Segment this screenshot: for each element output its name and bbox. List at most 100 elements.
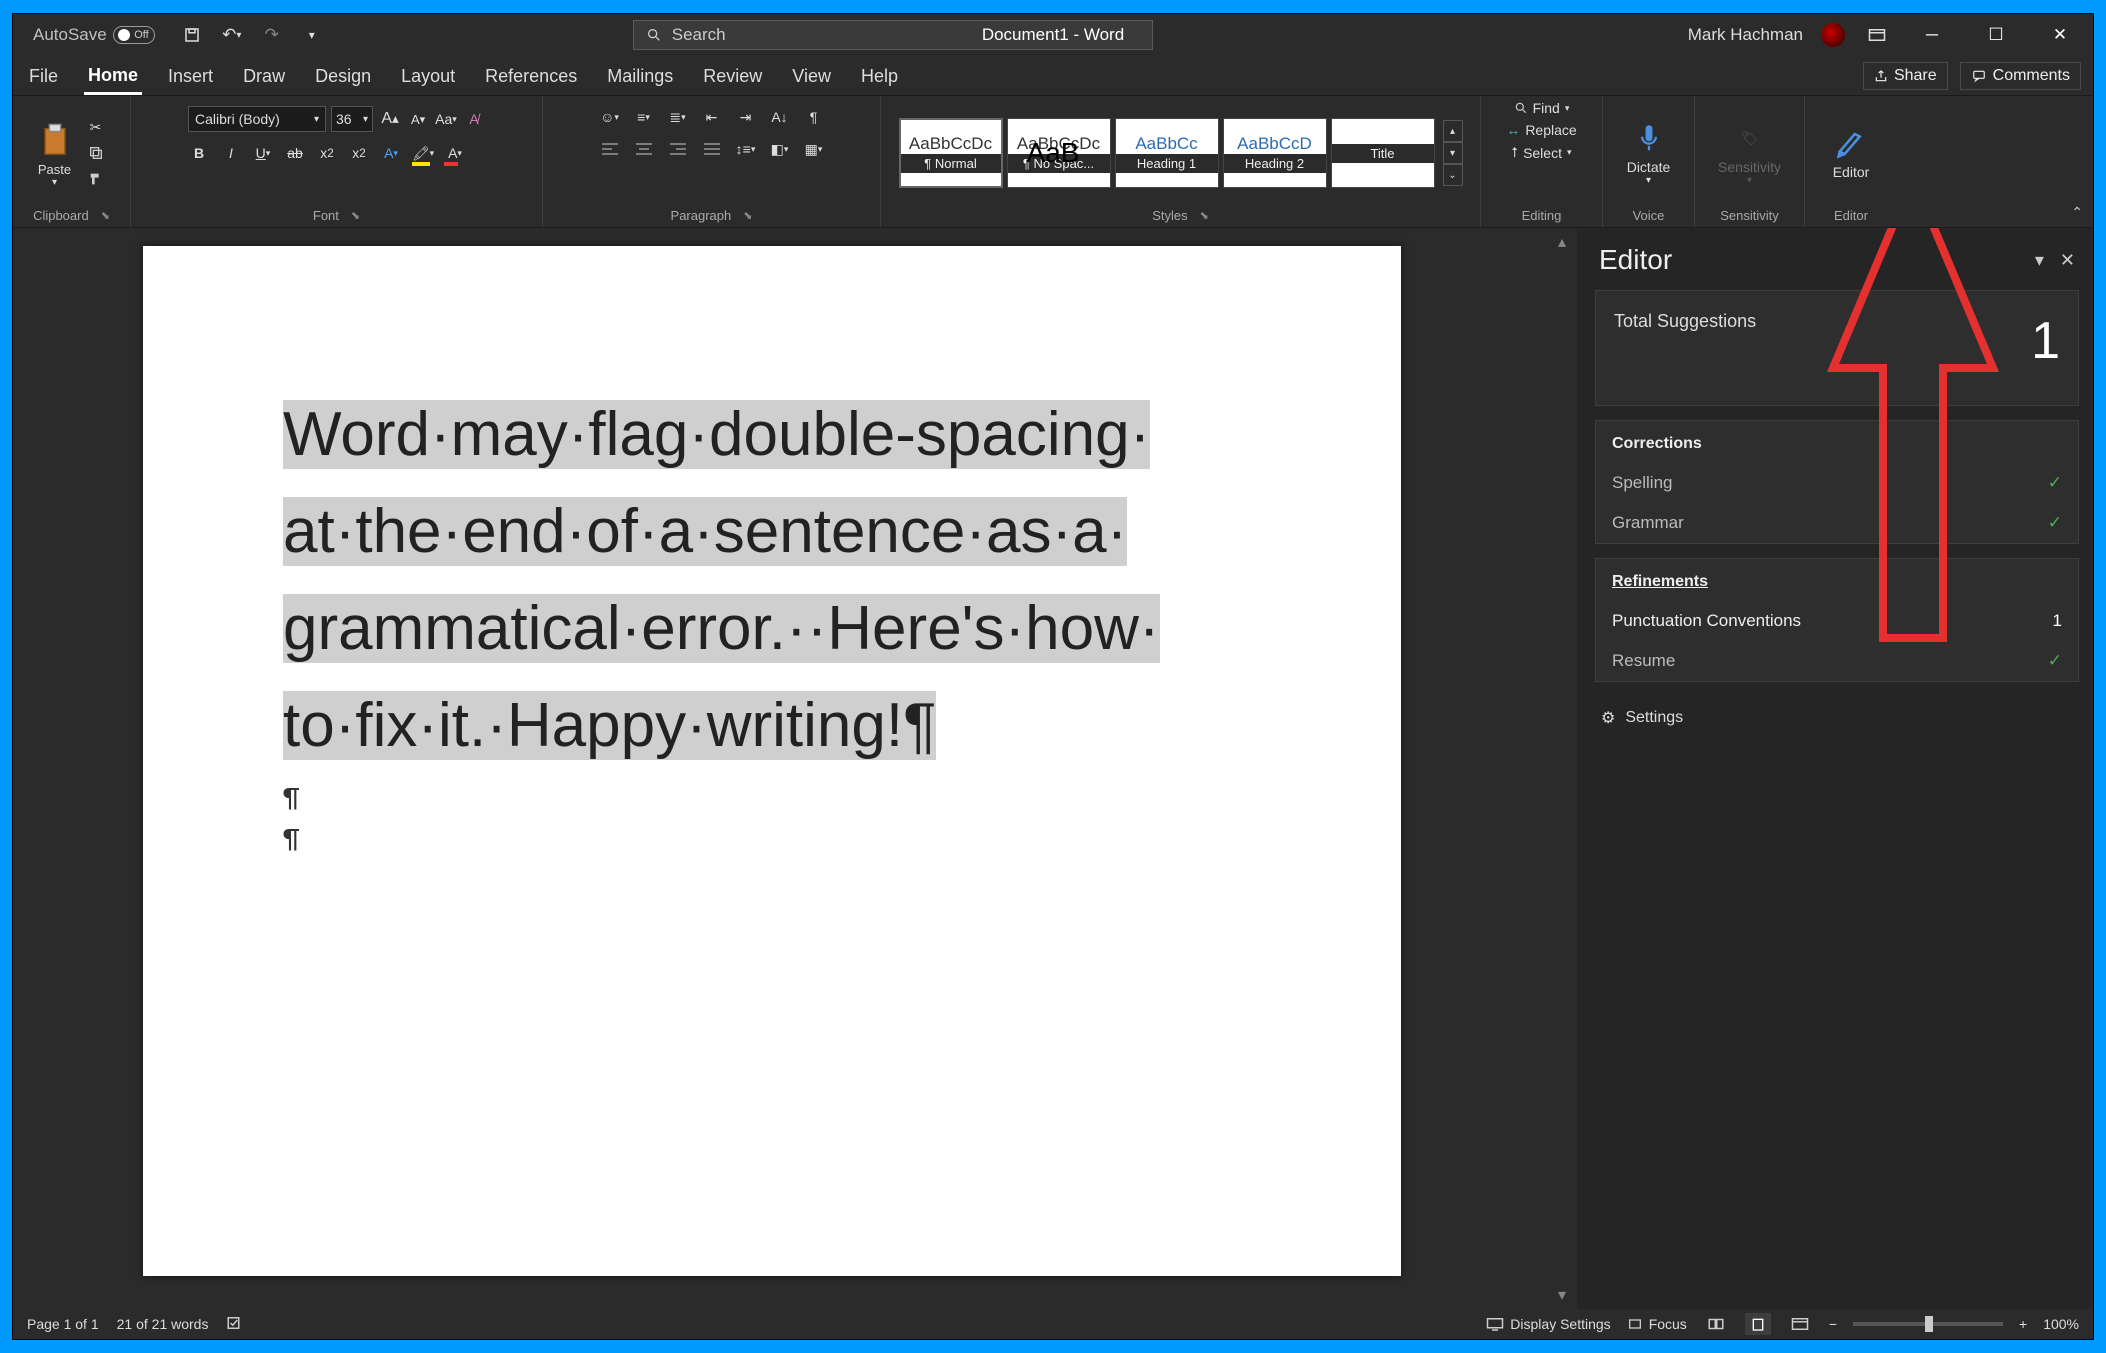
maximize-button[interactable]: ☐ <box>1973 14 2019 56</box>
spellcheck-status-icon[interactable] <box>226 1315 244 1334</box>
grow-font-icon[interactable]: A▴ <box>379 108 401 130</box>
scroll-down-icon[interactable]: ▾ <box>1553 1285 1571 1305</box>
styles-scroll-down-icon[interactable]: ▾ <box>1443 142 1463 164</box>
line-spacing-icon[interactable]: ↕≡▾ <box>735 138 757 160</box>
scroll-up-icon[interactable]: ▴ <box>1553 232 1571 252</box>
clear-formatting-icon[interactable]: A̸ <box>463 108 485 130</box>
subscript-icon[interactable]: x2 <box>316 142 338 164</box>
show-hide-marks-icon[interactable]: ¶ <box>803 106 825 128</box>
tab-file[interactable]: File <box>25 58 62 93</box>
replace-button[interactable]: ↔Replace <box>1506 122 1576 138</box>
zoom-level[interactable]: 100% <box>2043 1316 2079 1332</box>
shrink-font-icon[interactable]: A▾ <box>407 108 429 130</box>
borders-icon[interactable]: ▦▾ <box>803 138 825 160</box>
resume-row[interactable]: Resume✓ <box>1596 641 2078 681</box>
user-avatar-icon[interactable] <box>1821 23 1845 47</box>
zoom-out-icon[interactable]: − <box>1829 1316 1837 1332</box>
qat-customize-icon[interactable]: ▾ <box>301 24 323 46</box>
justify-icon[interactable] <box>701 138 723 160</box>
tab-layout[interactable]: Layout <box>397 58 459 93</box>
web-layout-icon[interactable] <box>1787 1313 1813 1335</box>
read-mode-icon[interactable] <box>1703 1313 1729 1335</box>
minimize-button[interactable]: ─ <box>1909 14 1955 56</box>
style-heading-2[interactable]: AaBbCcDHeading 2 <box>1223 118 1327 188</box>
font-color-icon[interactable]: A▾ <box>444 142 466 164</box>
redo-icon[interactable]: ↷ <box>261 24 283 46</box>
total-suggestions-card[interactable]: Total Suggestions 1 <box>1595 290 2079 406</box>
text-effects-icon[interactable]: A▾ <box>380 142 402 164</box>
spelling-row[interactable]: Spelling✓ <box>1596 463 2078 503</box>
comments-button[interactable]: Comments <box>1960 62 2081 90</box>
underline-icon[interactable]: U▾ <box>252 142 274 164</box>
highlight-icon[interactable]: 🖍▾ <box>412 142 434 164</box>
tab-design[interactable]: Design <box>311 58 375 93</box>
shading-icon[interactable]: ◧▾ <box>769 138 791 160</box>
editor-pane-close-icon[interactable]: ✕ <box>2060 250 2075 271</box>
page-status[interactable]: Page 1 of 1 <box>27 1316 99 1332</box>
tab-mailings[interactable]: Mailings <box>603 58 677 93</box>
tab-insert[interactable]: Insert <box>164 58 217 93</box>
grammar-row[interactable]: Grammar✓ <box>1596 503 2078 543</box>
decrease-indent-icon[interactable]: ⇤ <box>701 106 723 128</box>
italic-icon[interactable]: I <box>220 142 242 164</box>
tab-review[interactable]: Review <box>699 58 766 93</box>
font-name-select[interactable]: Calibri (Body)▾ <box>188 106 326 132</box>
share-button[interactable]: Share <box>1863 62 1948 90</box>
find-button[interactable]: Find▾ <box>1514 100 1570 116</box>
align-left-icon[interactable] <box>599 138 621 160</box>
bold-icon[interactable]: B <box>188 142 210 164</box>
styles-scroll-up-icon[interactable]: ▴ <box>1443 120 1463 142</box>
style-no-spacing[interactable]: AaBbCcDc¶ No Spac... <box>1007 118 1111 188</box>
paste-button[interactable]: Paste ▾ <box>37 118 73 188</box>
undo-icon[interactable]: ↶▾ <box>221 24 243 46</box>
style-title[interactable]: AaBTitle <box>1331 118 1435 188</box>
zoom-slider[interactable] <box>1853 1322 2003 1326</box>
display-settings-button[interactable]: Display Settings <box>1486 1316 1610 1332</box>
align-right-icon[interactable] <box>667 138 689 160</box>
document-area[interactable]: ▴ Word·may·flag·double-spacing·​at·the·e… <box>13 228 1577 1309</box>
document-page[interactable]: Word·may·flag·double-spacing·​at·the·end… <box>143 246 1401 1276</box>
tab-references[interactable]: References <box>481 58 581 93</box>
editor-button[interactable]: Editor <box>1812 126 1890 180</box>
cut-icon[interactable]: ✂ <box>85 116 107 138</box>
format-painter-icon[interactable] <box>85 168 107 190</box>
editor-settings-button[interactable]: ⚙ Settings <box>1595 696 2079 740</box>
font-size-select[interactable]: 36▾ <box>331 106 373 132</box>
clipboard-launcher-icon[interactable]: ⬊ <box>101 209 110 222</box>
dictate-button[interactable]: Dictate ▾ <box>1610 121 1688 186</box>
change-case-icon[interactable]: Aa▾ <box>435 108 457 130</box>
zoom-in-icon[interactable]: + <box>2019 1316 2027 1332</box>
superscript-icon[interactable]: x2 <box>348 142 370 164</box>
align-center-icon[interactable] <box>633 138 655 160</box>
ribbon-display-options-icon[interactable] <box>1863 21 1891 49</box>
numbering-icon[interactable]: ≡▾ <box>633 106 655 128</box>
search-box[interactable]: Search <box>633 20 1153 50</box>
save-icon[interactable] <box>181 24 203 46</box>
user-name[interactable]: Mark Hachman <box>1688 25 1803 45</box>
collapse-ribbon-icon[interactable]: ⌃ <box>2071 204 2083 221</box>
tab-draw[interactable]: Draw <box>239 58 289 93</box>
paragraph-launcher-icon[interactable]: ⬊ <box>743 209 752 222</box>
font-launcher-icon[interactable]: ⬊ <box>351 209 360 222</box>
tab-view[interactable]: View <box>788 58 835 93</box>
punctuation-row[interactable]: Punctuation Conventions1 <box>1596 601 2078 641</box>
focus-mode-button[interactable]: Focus <box>1627 1316 1687 1332</box>
strikethrough-icon[interactable]: ab <box>284 142 306 164</box>
tab-home[interactable]: Home <box>84 57 142 95</box>
styles-launcher-icon[interactable]: ⬊ <box>1200 209 1209 222</box>
increase-indent-icon[interactable]: ⇥ <box>735 106 757 128</box>
tab-help[interactable]: Help <box>857 58 902 93</box>
close-button[interactable]: ✕ <box>2037 14 2083 56</box>
sort-icon[interactable]: A↓ <box>769 106 791 128</box>
style-normal[interactable]: AaBbCcDc¶ Normal <box>899 118 1003 188</box>
select-button[interactable]: ⭡Select▾ <box>1511 144 1571 161</box>
document-text[interactable]: Word·may·flag·double-spacing·​at·the·end… <box>283 386 1261 774</box>
editor-pane-dropdown-icon[interactable]: ▾ <box>2035 250 2044 271</box>
styles-more-icon[interactable]: ⌄ <box>1443 164 1463 186</box>
autosave-toggle[interactable]: AutoSave Off <box>33 25 155 45</box>
multilevel-list-icon[interactable]: ≣▾ <box>667 106 689 128</box>
word-count[interactable]: 21 of 21 words <box>117 1316 209 1332</box>
style-heading-1[interactable]: AaBbCcHeading 1 <box>1115 118 1219 188</box>
copy-icon[interactable] <box>85 142 107 164</box>
bullets-icon[interactable]: ☺▾ <box>599 106 621 128</box>
